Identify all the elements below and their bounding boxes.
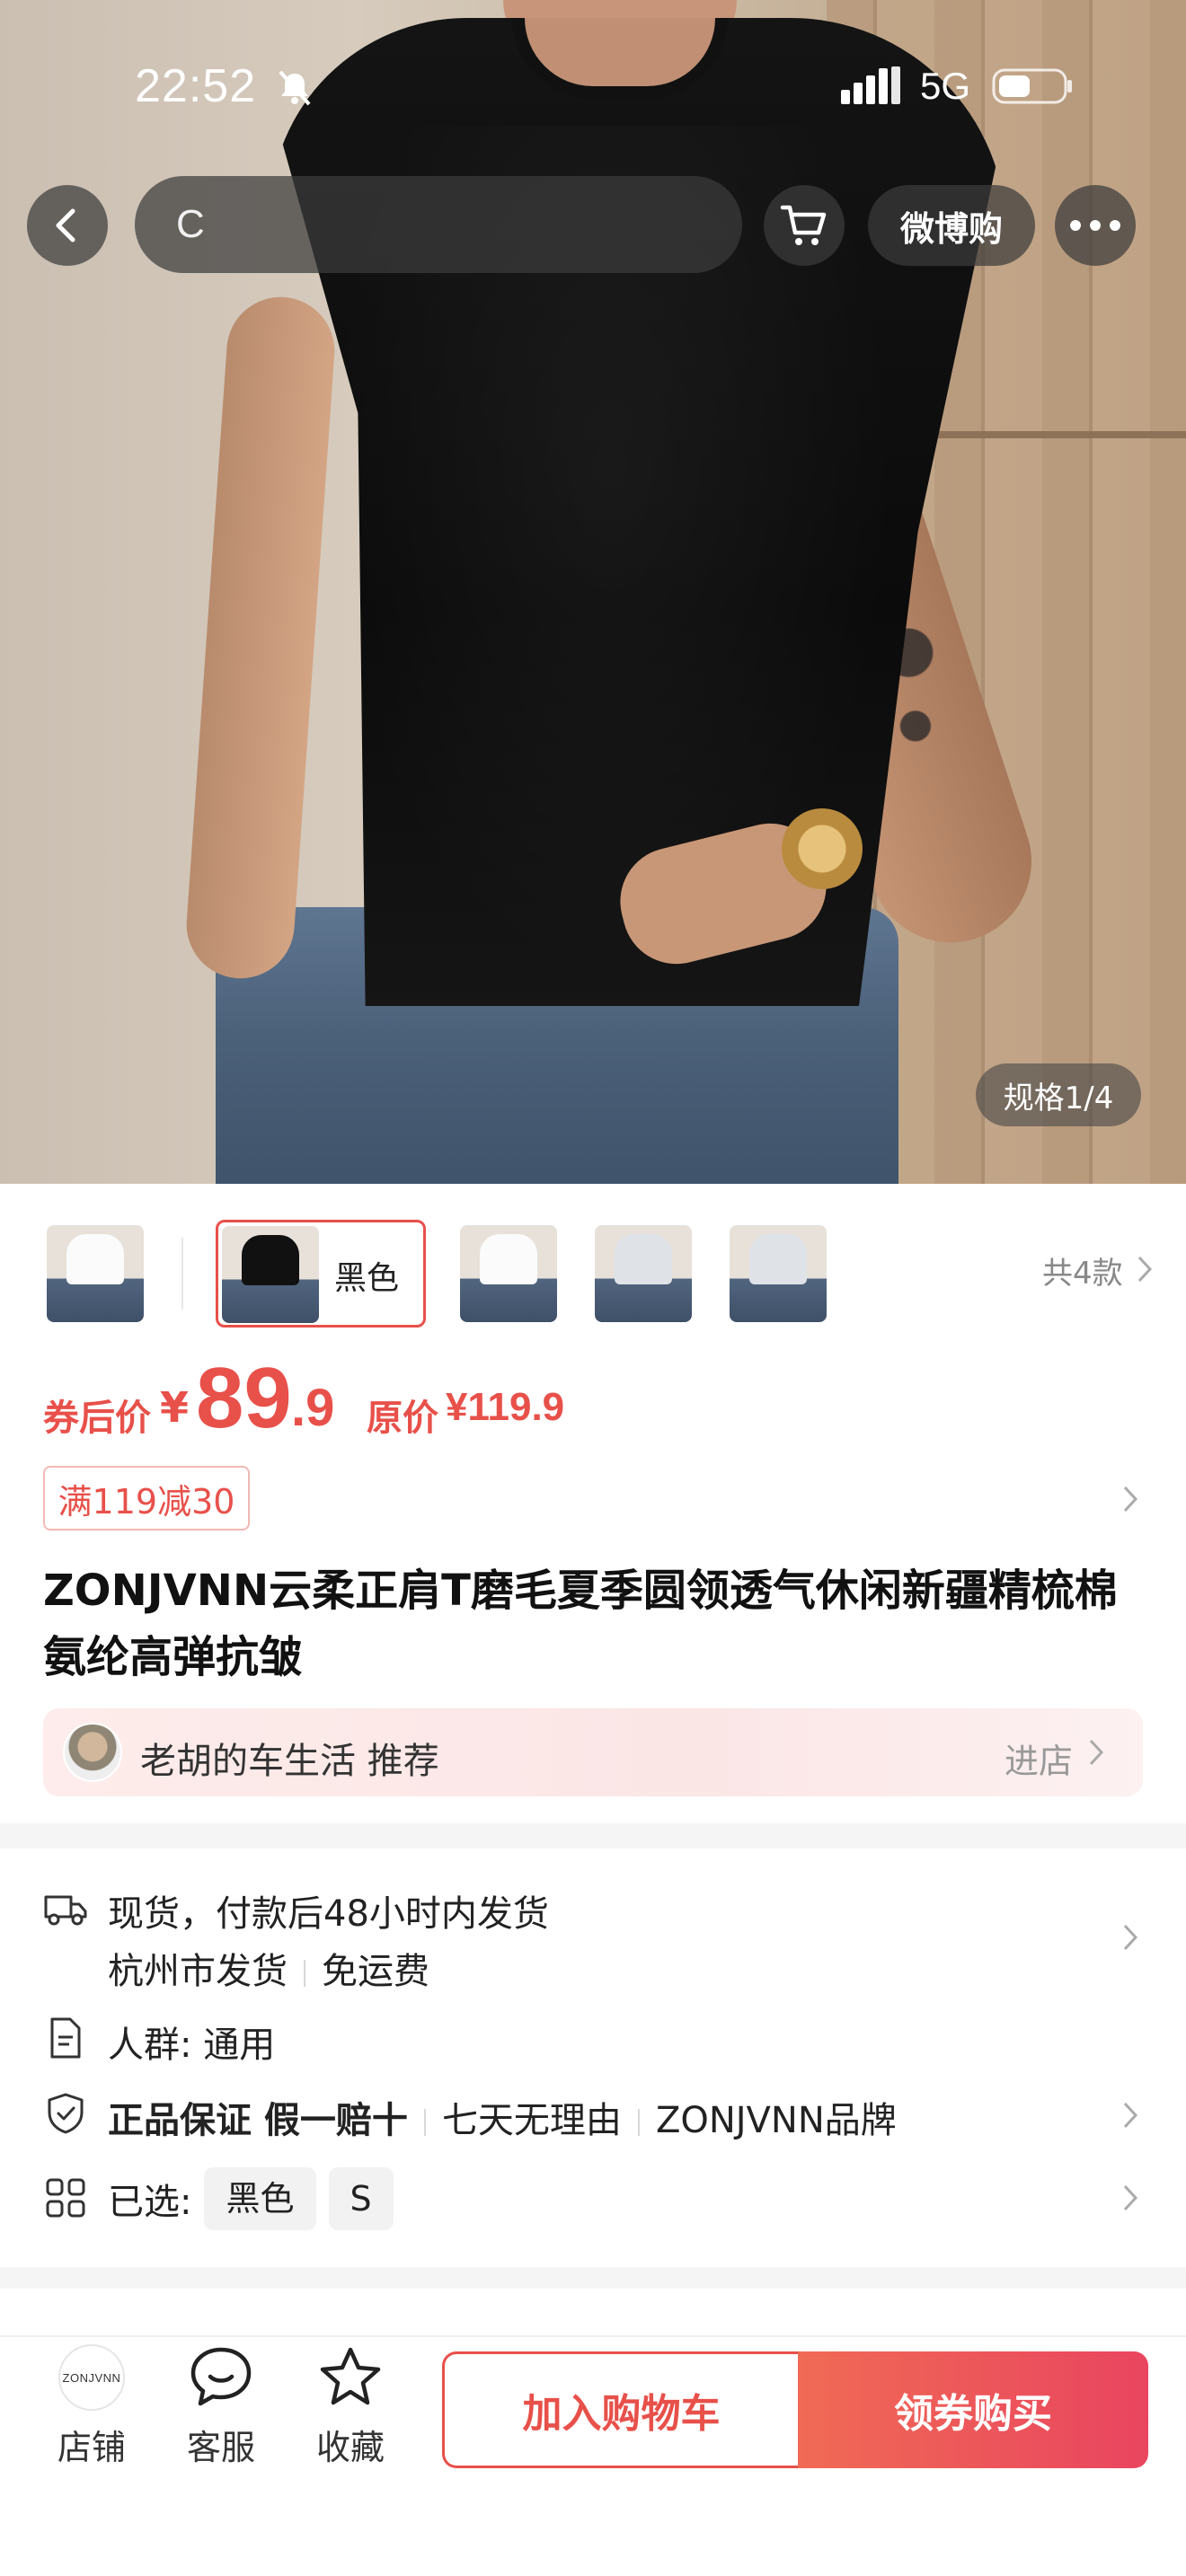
- chevron-right-icon[interactable]: [1120, 1922, 1141, 1953]
- shipping-fee: 免运费: [322, 1951, 429, 1992]
- variant-thumb-black: [222, 1226, 319, 1323]
- chevron-right-icon[interactable]: [1120, 2100, 1141, 2130]
- guarantee-info[interactable]: 正品保证 假一赔十 七天无理由 ZONJVNN品牌: [108, 2091, 897, 2143]
- shop-logo: ZONJVNN: [58, 2344, 125, 2411]
- thumb-tee: [66, 1234, 124, 1284]
- selected-color-chip[interactable]: 黑色: [204, 2167, 316, 2230]
- variant-thumb-light-gray[interactable]: [730, 1225, 827, 1322]
- tab-shop[interactable]: ZONJVNN 店铺: [38, 2344, 146, 2469]
- thumb-tee: [242, 1235, 299, 1285]
- cart-icon: [780, 205, 827, 245]
- product-title: ZONJVNN云柔正肩T磨毛夏季圆领透气休闲新疆精梳棉氨纶高弹抗皱: [43, 1566, 1118, 1682]
- variant-count-label[interactable]: 共4款: [1042, 1248, 1123, 1292]
- chevron-right-icon[interactable]: [1120, 1484, 1141, 1514]
- signal-icon: [841, 66, 900, 104]
- audience-info: 人群: 通用: [108, 2025, 276, 2066]
- image-spec-indicator[interactable]: 规格1/4: [976, 1063, 1141, 1126]
- shipping-info: 现货，付款后48小时内发货: [108, 1893, 549, 1935]
- coupon-buy-button[interactable]: 领券购买: [798, 2351, 1148, 2468]
- shield-check-icon: [48, 2093, 84, 2134]
- currency-symbol: ¥: [160, 1383, 190, 1432]
- weibo-shop-button[interactable]: 微博购: [868, 185, 1035, 266]
- chat-bubble-icon: [190, 2347, 252, 2406]
- chevron-right-icon: [1089, 1739, 1104, 1766]
- price-decimal: .9: [291, 1379, 335, 1437]
- back-button[interactable]: [27, 185, 108, 266]
- recommender-banner[interactable]: 老胡的车生活 推荐 进店: [43, 1708, 1143, 1796]
- section-divider: [0, 1823, 1186, 1848]
- more-dots-icon: [1070, 220, 1120, 231]
- left-arm: [182, 293, 339, 983]
- delivery-truck-icon: [44, 1895, 87, 1926]
- variant-selected-label: 黑色: [334, 1260, 400, 1297]
- document-icon: [50, 2017, 81, 2059]
- search-input-text: C: [176, 202, 205, 246]
- cart-button[interactable]: [764, 185, 845, 266]
- shipping-details: 杭州市发货 免运费: [108, 1942, 429, 1994]
- original-price-label: 原价: [367, 1398, 438, 1439]
- variant-thumb-white[interactable]: [460, 1225, 557, 1322]
- variant-thumb-gray[interactable]: [595, 1225, 692, 1322]
- chevron-left-icon: [56, 208, 75, 243]
- original-price: ¥119.9: [446, 1385, 565, 1429]
- more-button[interactable]: [1055, 185, 1136, 266]
- chevron-right-icon[interactable]: [1120, 2183, 1141, 2213]
- enter-shop-link[interactable]: 进店: [1005, 1734, 1073, 1783]
- status-time: 22:52: [135, 60, 257, 112]
- brand-guarantee: ZONJVNN品牌: [655, 2100, 897, 2141]
- mute-bell-icon: [279, 70, 311, 106]
- thumb-divider: [181, 1238, 183, 1310]
- selected-label: 已选:: [108, 2182, 192, 2223]
- grid-options-icon: [46, 2178, 85, 2218]
- separator: [637, 2109, 640, 2136]
- thumb-tee: [615, 1234, 672, 1284]
- separator: [304, 1960, 305, 1987]
- avatar: [63, 1723, 122, 1782]
- chevron-right-icon: [1137, 1256, 1153, 1283]
- thumb-tee: [480, 1234, 537, 1284]
- star-icon: [320, 2347, 381, 2405]
- variant-strip: [0, 1184, 1186, 1363]
- price-integer: 89: [196, 1350, 292, 1446]
- thumb-tee: [749, 1234, 807, 1284]
- promo-tag[interactable]: 满119减30: [43, 1466, 250, 1531]
- network-type: 5G: [920, 65, 971, 107]
- separator: [423, 2109, 426, 2136]
- recommender-text: 老胡的车生活 推荐: [140, 1741, 439, 1782]
- tab-service-label: 客服: [186, 2428, 255, 2467]
- variant-thumb-detail[interactable]: [47, 1225, 144, 1322]
- tab-favorite[interactable]: 收藏: [296, 2344, 404, 2469]
- tab-customer-service[interactable]: 客服: [167, 2344, 275, 2469]
- seven-day-return: 七天无理由: [441, 2100, 622, 2141]
- selected-size-chip[interactable]: S: [328, 2167, 394, 2230]
- add-to-cart-button[interactable]: 加入购物车: [442, 2351, 798, 2468]
- shipping-city: 杭州市发货: [108, 1951, 288, 1992]
- authentic-guarantee: 正品保证 假一赔十: [108, 2100, 408, 2141]
- section-divider: [0, 2267, 1186, 2289]
- search-input[interactable]: C: [135, 176, 742, 273]
- tab-favorite-label: 收藏: [315, 2428, 385, 2467]
- coupon-price-label: 券后价: [43, 1398, 151, 1439]
- selected-options[interactable]: 已选: 黑色 S: [108, 2165, 394, 2233]
- battery-icon: [992, 68, 1072, 104]
- tab-shop-label: 店铺: [57, 2428, 126, 2467]
- wrist-watch: [782, 808, 863, 889]
